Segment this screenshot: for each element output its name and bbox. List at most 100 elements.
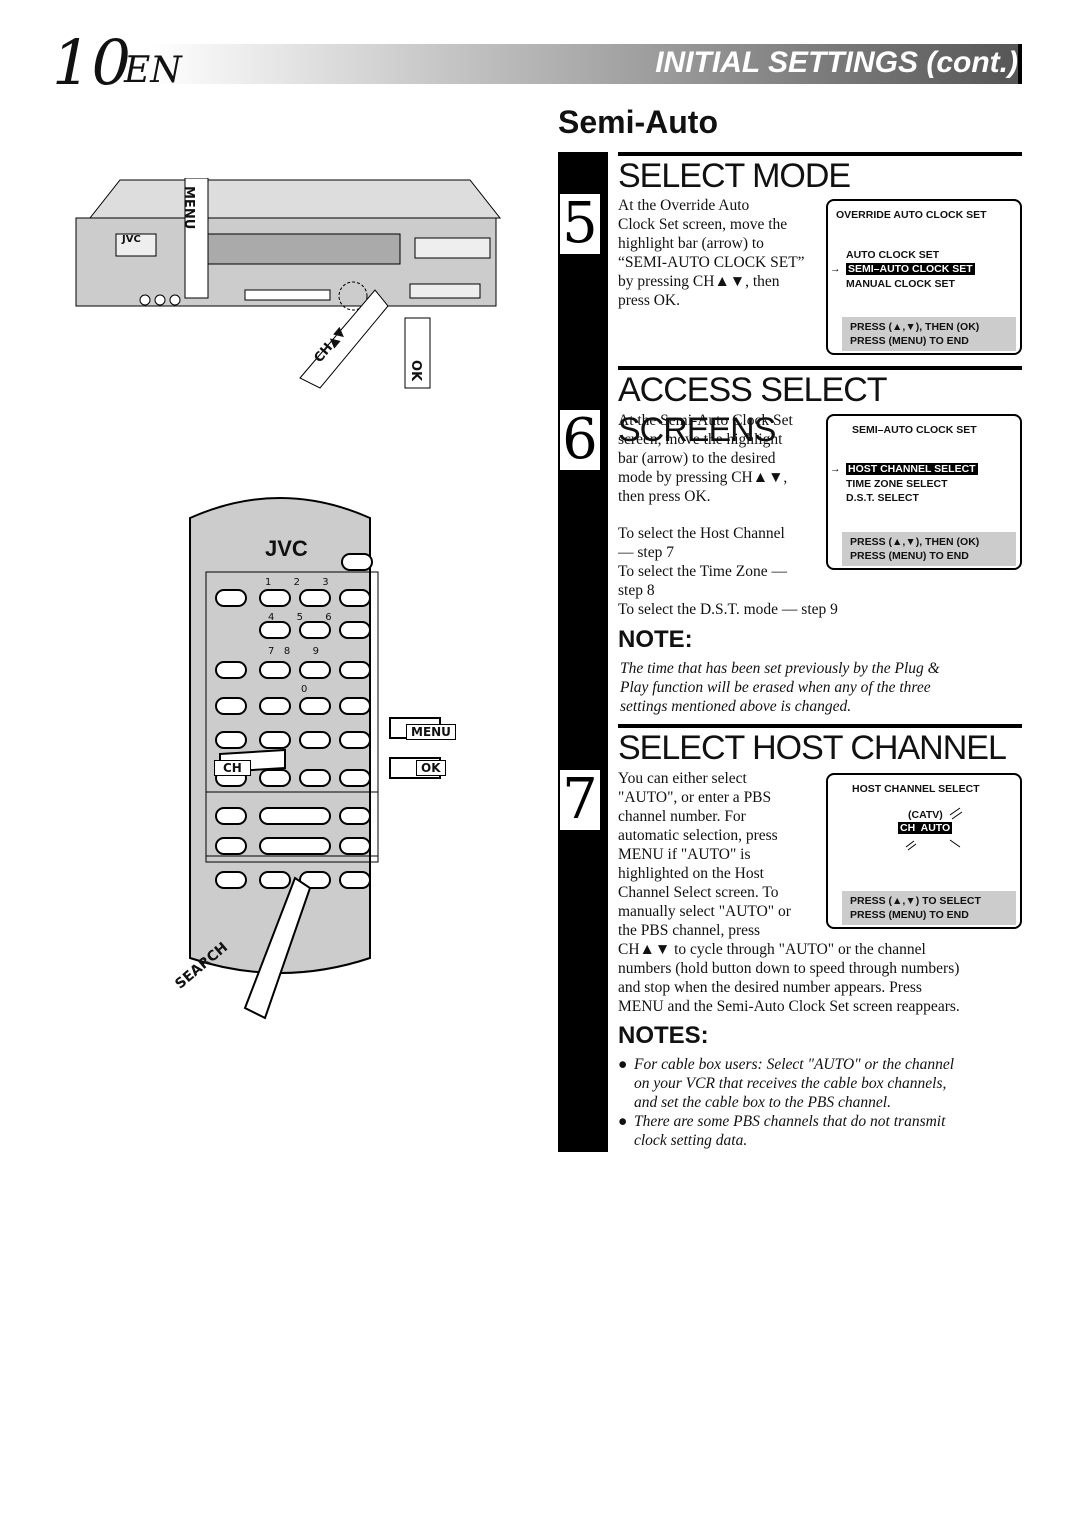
ok-label: OK — [408, 360, 423, 382]
text-line: then press OK. — [618, 488, 711, 505]
step-5-text: At the Override Auto Clock Set screen, mo… — [618, 196, 828, 310]
osd-item: MANUAL CLOCK SET — [846, 278, 955, 290]
text-line: step 8 — [618, 582, 655, 599]
step-bar — [558, 152, 608, 1152]
osd-item: AUTO CLOCK SET — [846, 249, 940, 261]
bullet-icon: ● — [618, 1113, 628, 1130]
step-7-text-wide: CH▲▼ to cycle through "AUTO" or the chan… — [618, 940, 1028, 1016]
step-7-text: You can either select "AUTO", or enter a … — [618, 769, 828, 940]
remote-menu-label: MENU — [406, 724, 456, 740]
manual-page: 10 EN INITIAL SETTINGS (cont.) JVC MENU … — [0, 0, 1080, 1526]
text-line: settings mentioned above is changed. — [620, 698, 852, 715]
osd-override-auto-clock-set: OVERRIDE AUTO CLOCK SET AUTO CLOCK SET →… — [826, 199, 1022, 355]
osd-host-channel-select: HOST CHANNEL SELECT (CATV) CH AUTO PRESS… — [826, 773, 1022, 929]
text-line: The time that has been set previously by… — [620, 660, 940, 677]
osd-press-1: PRESS (▲,▼), THEN (OK) — [850, 321, 980, 333]
key-4[interactable]: 4 — [268, 612, 274, 623]
text-line: CH▲▼ to cycle through "AUTO" or the chan… — [618, 941, 926, 958]
osd-press-2: PRESS (MENU) TO END — [850, 909, 969, 921]
notes-list: ● For cable box users: Select "AUTO" or t… — [618, 1055, 1028, 1150]
osd-item-selected: SEMI–AUTO CLOCK SET — [846, 263, 975, 275]
text-line: MENU and the Semi-Auto Clock Set screen … — [618, 998, 960, 1015]
osd-press-box: PRESS (▲,▼), THEN (OK) PRESS (MENU) TO EN… — [842, 532, 1016, 566]
text-line: press OK. — [618, 292, 680, 309]
text-line: automatic selection, press — [618, 827, 778, 844]
text-line: "AUTO", or enter a PBS — [618, 789, 772, 806]
step-number-5: 5 — [560, 194, 600, 254]
text-line: and set the cable box to the PBS channel… — [634, 1094, 891, 1111]
key-9[interactable]: 9 — [313, 646, 319, 657]
osd-semi-auto-clock-set: SEMI–AUTO CLOCK SET → HOST CHANNEL SELEC… — [826, 414, 1022, 570]
remote-ok-label: OK — [416, 760, 446, 776]
remote-key-labels-row2: 4 5 6 — [268, 612, 332, 623]
osd-item: D.S.T. SELECT — [846, 492, 919, 504]
text-line: “SEMI-AUTO CLOCK SET” — [618, 254, 805, 271]
text-line: and stop when the desired number appears… — [618, 979, 922, 996]
note-text: The time that has been set previously by… — [620, 659, 1020, 716]
page-number: 10 — [52, 26, 131, 99]
osd-item: TIME ZONE SELECT — [846, 478, 948, 490]
text-line: For cable box users: Select "AUTO" or th… — [634, 1056, 955, 1073]
text-line: channel number. For — [618, 808, 746, 825]
remote-ch-label: CH — [214, 760, 251, 776]
text-line: mode by pressing CH▲▼, — [618, 469, 788, 486]
menu-label: MENU — [181, 186, 196, 230]
text-line: the PBS channel, press — [618, 922, 761, 939]
osd-title: OVERRIDE AUTO CLOCK SET — [836, 209, 987, 221]
text-line: MENU if "AUTO" is — [618, 846, 751, 863]
text-line: screen, move the highlight — [618, 431, 783, 448]
text-line: numbers (hold button down to speed throu… — [618, 960, 960, 977]
osd-press-1: PRESS (▲,▼) TO SELECT — [850, 895, 981, 907]
text-line: bar (arrow) to the desired — [618, 450, 776, 467]
text-line: Clock Set screen, move the — [618, 216, 788, 233]
key-7[interactable]: 7 — [268, 646, 274, 657]
osd-title: SEMI–AUTO CLOCK SET — [852, 424, 977, 436]
osd-press-box: PRESS (▲,▼), THEN (OK) PRESS (MENU) TO EN… — [842, 317, 1016, 351]
header-end-mark — [1018, 44, 1022, 84]
arrow-right-icon: → — [830, 263, 841, 275]
remote-brand: JVC — [265, 536, 308, 561]
page-header-title: INITIAL SETTINGS (cont.) — [655, 46, 1018, 79]
text-line: Play function will be erased when any of… — [620, 679, 931, 696]
notes-item: ● There are some PBS channels that do not… — [618, 1112, 1028, 1150]
remote-illustration: JVC 1 2 3 4 5 6 7 8 9 0 MENU CH OK SEARC… — [170, 488, 470, 1028]
note-heading: NOTE: — [618, 626, 693, 653]
text-line: Channel Select screen. To — [618, 884, 779, 901]
text-line: highlight bar (arrow) to — [618, 235, 764, 252]
step-6-text: At the Semi-Auto Clock Set screen, move t… — [618, 411, 828, 506]
text-line: There are some PBS channels that do not … — [634, 1113, 946, 1130]
text-line: You can either select — [618, 770, 747, 787]
notes-heading: NOTES: — [618, 1022, 709, 1049]
step-title-7: SELECT HOST CHANNEL — [618, 724, 1022, 768]
key-1[interactable]: 1 — [265, 577, 271, 588]
osd-press-2: PRESS (MENU) TO END — [850, 550, 969, 562]
text-line: on your VCR that receives the cable box … — [634, 1075, 947, 1092]
bullet-icon: ● — [618, 1056, 628, 1073]
vcr-illustration: JVC MENU CH▲▼ OK — [70, 177, 520, 398]
text-line: To select the D.S.T. mode — step 9 — [618, 601, 838, 618]
blink-marks-icon — [905, 807, 963, 851]
language-code: EN — [124, 50, 182, 91]
key-6[interactable]: 6 — [325, 612, 331, 623]
osd-press-box: PRESS (▲,▼) TO SELECT PRESS (MENU) TO END — [842, 891, 1016, 925]
step-number-6: 6 — [560, 410, 600, 470]
text-line: At the Semi-Auto Clock Set — [618, 412, 793, 429]
step-number-7: 7 — [560, 770, 600, 830]
key-5[interactable]: 5 — [297, 612, 303, 623]
section-title: Semi-Auto — [558, 104, 718, 140]
osd-press-2: PRESS (MENU) TO END — [850, 335, 969, 347]
osd-item-selected: HOST CHANNEL SELECT — [846, 463, 978, 475]
remote-key-labels: 1 2 3 — [265, 576, 365, 590]
text-line: At the Override Auto — [618, 197, 750, 214]
arrow-right-icon: → — [830, 463, 841, 475]
key-0[interactable]: 0 — [301, 684, 307, 695]
osd-press-1: PRESS (▲,▼), THEN (OK) — [850, 536, 980, 548]
notes-item: ● For cable box users: Select "AUTO" or t… — [618, 1055, 1028, 1112]
text-line: clock setting data. — [634, 1132, 748, 1149]
remote-key-labels-row3: 7 8 9 — [268, 646, 319, 657]
key-3[interactable]: 3 — [322, 577, 328, 588]
osd-title: HOST CHANNEL SELECT — [852, 783, 980, 795]
text-line: manually select "AUTO" or — [618, 903, 791, 920]
key-8[interactable]: 8 — [284, 646, 290, 657]
key-2[interactable]: 2 — [294, 577, 300, 588]
